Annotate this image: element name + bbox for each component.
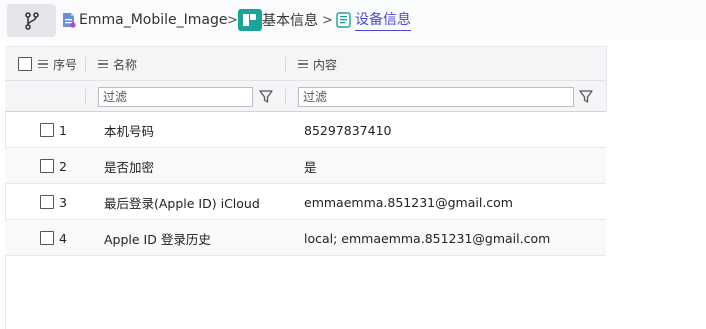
table-row[interactable]: 1 本机号码 85297837410 bbox=[5, 112, 606, 148]
breadcrumb-label: Emma_Mobile_Image bbox=[79, 12, 228, 28]
breadcrumb-separator: > bbox=[227, 12, 238, 28]
grid-header-row: 序号 名称 内容 bbox=[5, 46, 606, 81]
row-checkbox[interactable] bbox=[40, 159, 54, 173]
row-checkbox[interactable] bbox=[40, 195, 54, 209]
breadcrumb-item-device-info[interactable]: 设备信息 bbox=[336, 0, 411, 40]
table-row[interactable]: 2 是否加密 是 bbox=[5, 148, 606, 184]
breadcrumb-bar: Emma_Mobile_Image > 基本信息 > 设备信息 bbox=[0, 0, 706, 40]
row-content: 是 bbox=[304, 159, 317, 175]
row-content: 85297837410 bbox=[304, 122, 392, 138]
breadcrumb-item-image[interactable]: Emma_Mobile_Image bbox=[62, 0, 227, 40]
column-header-name[interactable]: 名称 bbox=[98, 47, 137, 81]
name-filter-input[interactable]: 过滤 bbox=[98, 87, 253, 107]
column-header-index[interactable]: 序号 bbox=[38, 47, 77, 81]
row-name: 最后登录(Apple ID) iCloud bbox=[104, 195, 260, 211]
breadcrumb-item-basic-info[interactable]: 基本信息 bbox=[238, 0, 318, 40]
content-filter-input[interactable]: 过滤 bbox=[298, 87, 574, 107]
breadcrumb-label: 基本信息 bbox=[262, 13, 318, 29]
column-menu-icon[interactable] bbox=[38, 58, 48, 71]
branch-icon bbox=[24, 11, 39, 30]
contact-info-icon bbox=[238, 9, 262, 31]
row-index: 3 bbox=[59, 194, 67, 210]
table-row[interactable]: 4 Apple ID 登录历史 local; emmaemma.851231@g… bbox=[5, 220, 606, 256]
column-menu-icon[interactable] bbox=[98, 58, 108, 71]
table-row[interactable]: 3 最后登录(Apple ID) iCloud emmaemma.851231@… bbox=[5, 184, 606, 220]
row-content: emmaemma.851231@gmail.com bbox=[304, 194, 513, 210]
column-header-label: 名称 bbox=[113, 57, 138, 72]
grid-filter-row: 过滤 过滤 bbox=[5, 81, 606, 112]
row-index: 1 bbox=[59, 122, 67, 138]
row-name: Apple ID 登录历史 bbox=[104, 231, 211, 247]
row-checkbox[interactable] bbox=[40, 231, 54, 245]
row-content: local; emmaemma.851231@gmail.com bbox=[304, 230, 551, 246]
row-checkbox[interactable] bbox=[40, 123, 54, 137]
column-divider[interactable] bbox=[285, 57, 286, 72]
branch-button[interactable] bbox=[7, 4, 56, 37]
row-name: 是否加密 bbox=[104, 159, 155, 175]
breadcrumb-label: 设备信息 bbox=[355, 9, 411, 31]
row-index: 4 bbox=[59, 230, 67, 246]
column-divider[interactable] bbox=[85, 57, 86, 72]
select-all-checkbox[interactable] bbox=[18, 57, 32, 71]
grid-border bbox=[606, 46, 607, 112]
breadcrumb-separator: > bbox=[322, 12, 333, 28]
document-icon bbox=[63, 13, 76, 28]
row-index: 2 bbox=[59, 158, 67, 174]
device-info-icon bbox=[336, 12, 351, 28]
filter-icon[interactable] bbox=[258, 88, 274, 105]
column-header-content[interactable]: 内容 bbox=[298, 47, 337, 81]
column-menu-icon[interactable] bbox=[298, 58, 308, 71]
column-divider bbox=[85, 89, 86, 104]
row-name: 本机号码 bbox=[104, 123, 155, 139]
column-header-label: 内容 bbox=[313, 57, 338, 72]
column-header-label: 序号 bbox=[53, 57, 78, 72]
filter-icon[interactable] bbox=[578, 88, 594, 105]
column-divider bbox=[285, 89, 286, 104]
